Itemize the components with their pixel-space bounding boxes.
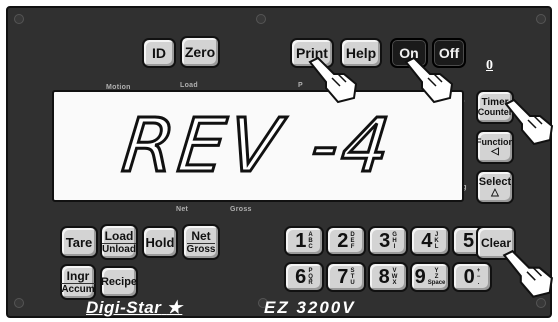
model-name: EZ 3200V xyxy=(264,298,356,317)
pointing-hand-icon xyxy=(400,56,456,108)
gross-label: Gross xyxy=(186,242,216,255)
key-letters: JKL xyxy=(434,232,439,250)
key-letters: STU xyxy=(350,268,355,286)
key-digit: 9 xyxy=(414,266,426,288)
recipe-button[interactable]: Recipe xyxy=(100,266,138,298)
screw xyxy=(256,14,266,24)
keypad-key-4[interactable]: 4 JKL xyxy=(410,226,450,256)
keypad-key-7[interactable]: 7 STU xyxy=(326,262,366,292)
print-indicator-label: P xyxy=(298,82,303,89)
select-label: Select xyxy=(478,175,512,188)
id-button[interactable]: ID xyxy=(142,38,176,68)
key-digit: 0 xyxy=(463,266,475,288)
pointing-hand-icon xyxy=(498,248,556,304)
screw xyxy=(536,14,546,24)
key-digit: 2 xyxy=(337,230,349,252)
keypad-key-8[interactable]: 8 VWX xyxy=(368,262,408,292)
side-label: 0 xyxy=(486,58,493,73)
load-indicator-label: Load xyxy=(180,82,198,89)
key-letters: ABC xyxy=(308,232,313,250)
load-unload-button[interactable]: Load Unload xyxy=(100,224,138,260)
key-letters: GHI xyxy=(392,232,397,250)
keypad-key-2[interactable]: 2 DEF xyxy=(326,226,366,256)
hold-button[interactable]: Hold xyxy=(142,226,178,258)
ingr-label: Ingr xyxy=(66,268,90,283)
key-letters: + −. xyxy=(476,268,481,286)
left-triangle-icon: ◁ xyxy=(491,145,499,157)
keypad-key-1[interactable]: 1 ABC xyxy=(284,226,324,256)
key-digit: 3 xyxy=(379,230,391,252)
key-digit: 6 xyxy=(295,266,307,288)
key-letters: VWX xyxy=(391,268,398,286)
key-digit: 8 xyxy=(378,266,390,288)
key-digit: 1 xyxy=(295,230,307,252)
net-label: Net xyxy=(191,228,211,243)
screw xyxy=(14,14,24,24)
net-indicator-label: Net xyxy=(176,206,189,213)
accum-label: Accum xyxy=(61,282,95,295)
tare-button[interactable]: Tare xyxy=(60,226,98,258)
up-triangle-icon: △ xyxy=(491,186,499,198)
star-icon: ★ xyxy=(166,298,183,317)
unload-label: Unload xyxy=(102,242,136,255)
display-readout: REV -4 xyxy=(117,102,399,191)
keypad-key-6[interactable]: 6 PQR xyxy=(284,262,324,292)
pointing-hand-icon xyxy=(500,98,556,150)
key-letters: DEF xyxy=(350,232,355,250)
net-gross-button[interactable]: Net Gross xyxy=(182,224,220,260)
keypad-key-9[interactable]: 9 Y Z Space xyxy=(410,262,450,292)
gross-indicator-label: Gross xyxy=(230,206,252,213)
key-digit: 5 xyxy=(462,230,475,252)
keypad-key-0[interactable]: 0 + −. xyxy=(452,262,492,292)
ingr-accum-button[interactable]: Ingr Accum xyxy=(60,264,96,300)
pointing-hand-icon xyxy=(304,56,360,108)
screw xyxy=(14,298,24,308)
key-digit: 4 xyxy=(421,230,433,252)
key-letters: Y Z Space xyxy=(427,268,446,286)
keypad-key-3[interactable]: 3 GHI xyxy=(368,226,408,256)
brand-logo: Digi-Star ★ xyxy=(86,298,183,317)
load-label: Load xyxy=(104,228,134,243)
key-digit: 7 xyxy=(337,266,349,288)
key-letters: PQR xyxy=(308,268,313,286)
zero-button[interactable]: Zero xyxy=(180,36,220,68)
select-button[interactable]: Select △ xyxy=(476,170,514,204)
